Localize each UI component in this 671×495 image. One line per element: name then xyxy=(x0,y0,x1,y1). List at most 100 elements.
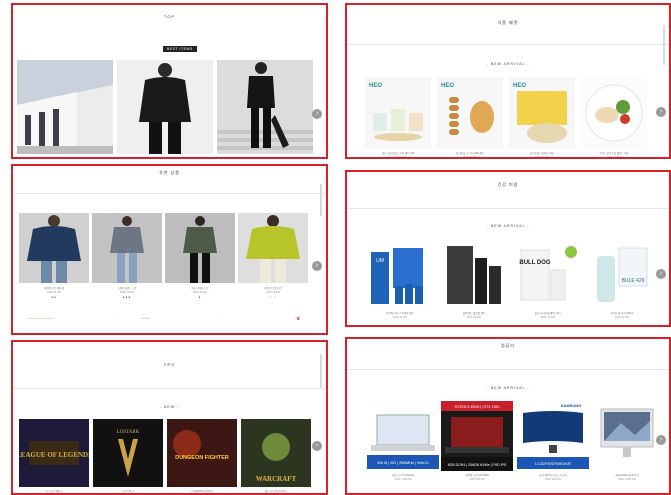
product-price: KRW 15,900 xyxy=(534,156,550,159)
panel-title: 추천 상품 xyxy=(159,170,180,175)
crown-logo-icon[interactable]: ♛ xyxy=(296,316,300,322)
game-label: DUNGEON FIGHTER xyxy=(175,455,229,461)
brand-logo: BULL DOG xyxy=(519,260,551,266)
bulldog-facewash-image: BULL DOG xyxy=(515,242,581,308)
product-name[interactable]: 삼성 32인치 커브드 모니터 xyxy=(513,474,593,477)
partner-logo[interactable]: · · · · · xyxy=(113,317,120,320)
product-name[interactable]: 블랙 옴므 올인원 세트 xyxy=(437,312,511,315)
product-price: KRW 299,000 xyxy=(545,478,561,481)
best-items-button[interactable]: BEST ITEMS xyxy=(163,46,197,52)
product-price: KRW 38,000 xyxy=(46,291,62,294)
game-image[interactable]: WARCRAFT xyxy=(241,419,311,487)
product-name[interactable]: 모이스처 로션 200ml xyxy=(585,312,659,315)
product-name[interactable]: 아쿠아 수분 스킨케어 세트 xyxy=(363,312,437,315)
product-price: KRW 22,000 xyxy=(614,316,630,319)
game-image[interactable]: LOSTARK xyxy=(93,419,163,487)
product-price: KRW 39,000 xyxy=(265,291,281,294)
product-price: KRW 34,000 xyxy=(119,291,135,294)
top-panel: TOP BEST ITEMS › xyxy=(11,3,328,159)
brand-logo: SAMSUNG xyxy=(561,403,581,408)
product-image[interactable]: 8th i5 | 8G | 256MHz | Win10 xyxy=(367,401,439,471)
product-name[interactable]: 닭가슴살 스테이크 1kg xyxy=(505,152,579,155)
brand-logo: HEO xyxy=(441,83,454,89)
game-label: LEAGUE OF LEGENDS xyxy=(19,451,89,459)
product-image[interactable] xyxy=(238,213,308,283)
product-image[interactable]: UM xyxy=(367,242,433,308)
product-name[interactable]: 리그 오브 레전드 xyxy=(19,490,89,493)
product-name[interactable]: 그레이 라운드 니트 xyxy=(92,287,162,290)
product-image[interactable] xyxy=(19,213,89,283)
panel-title: FPS xyxy=(164,362,175,367)
divider xyxy=(13,388,326,389)
game-label: WARCRAFT xyxy=(256,475,297,483)
product-image[interactable]: RYZEN 5 3500H | GTX 1650 8GB DDR4 | 256G… xyxy=(441,401,513,471)
product-image[interactable]: HEO xyxy=(365,77,431,149)
gray-knit-image xyxy=(92,213,162,283)
product-image[interactable] xyxy=(581,77,647,149)
moisture-lotion-image: BULE 429 xyxy=(589,242,655,308)
color-swatches[interactable]: ●●● xyxy=(92,295,162,299)
new-label: - NEW ARRIVAL - xyxy=(486,224,530,228)
electronics-panel: 컴퓨터 - NEW ARRIVAL - 8th i5 | 8G | 256MHz… xyxy=(345,337,671,495)
product-name[interactable]: 로스트아크 xyxy=(93,490,163,493)
product-image[interactable] xyxy=(92,213,162,283)
cosmetic-panel: 건강 미용 - NEW ARRIVAL - UM BULL DOG BULE 4… xyxy=(345,170,671,327)
scrollbar[interactable] xyxy=(320,184,322,216)
fps-panel: FPS - NEW - LEAGUE OF LEGENDS LOSTARK DU… xyxy=(11,340,328,495)
game-image[interactable]: LEAGUE OF LEGENDS xyxy=(19,419,89,487)
brand-logo: BULE 429 xyxy=(622,278,645,284)
product-image[interactable]: BULE 429 xyxy=(589,242,655,308)
next-arrow-icon[interactable]: › xyxy=(656,269,666,279)
product-name[interactable]: 헬스 닭가슴살 도시락 세트 3팩 xyxy=(361,152,435,155)
product-name[interactable]: 삼성 노트북 9 Always xyxy=(363,474,443,477)
product-image[interactable] xyxy=(17,60,113,154)
product-name[interactable]: Apple iMac 21.5 인치 xyxy=(587,474,667,477)
next-arrow-icon[interactable]: › xyxy=(656,107,666,117)
scrollbar[interactable] xyxy=(663,25,665,65)
scrollbar[interactable] xyxy=(320,354,322,388)
product-price: KRW 38,000 xyxy=(466,316,482,319)
product-name[interactable]: 월드 오브 워크래프트 xyxy=(241,490,311,493)
next-arrow-icon[interactable]: › xyxy=(312,261,322,271)
product-image[interactable]: HEO xyxy=(437,77,503,149)
product-price: KRW 12,000 xyxy=(540,316,556,319)
partner-logo[interactable]: ━━━━━━━━━━━━━━━━━━ xyxy=(27,317,54,320)
product-image[interactable] xyxy=(591,401,663,471)
black-homme-set-image xyxy=(441,242,507,308)
color-swatches[interactable]: ●● xyxy=(19,295,89,299)
chicken-box-image: HEO xyxy=(365,77,431,149)
chicken-steak-image: HEO xyxy=(509,77,575,149)
partner-logo[interactable]: · · · xyxy=(218,317,222,320)
product-name[interactable]: 네이비 니트 맨투맨 xyxy=(19,287,89,290)
divider xyxy=(13,193,326,194)
divider xyxy=(347,44,669,45)
product-image[interactable] xyxy=(117,60,213,154)
blue-skincare-set-image: UM xyxy=(367,242,433,308)
product-name[interactable]: 불독 오리지널 페이스워시 xyxy=(511,312,585,315)
product-image[interactable]: BULL DOG xyxy=(515,242,581,308)
color-swatches[interactable]: ○ ○ xyxy=(238,295,308,299)
product-name[interactable]: 던전앤파이터 온라인 xyxy=(167,490,237,493)
spec-banner: 8th i5 | 8G | 256MHz | Win10 xyxy=(377,460,429,465)
product-price: KRW 11,900 xyxy=(607,156,621,159)
product-image[interactable] xyxy=(441,242,507,308)
product-name[interactable]: 라임 루즈핏 니트 xyxy=(238,287,308,290)
product-name[interactable]: 수비드 닭가슴살 샐러드 세트 xyxy=(577,152,651,155)
product-image[interactable] xyxy=(217,60,313,154)
product-name[interactable]: 카키 오버핏 니트 xyxy=(165,287,235,290)
game-image[interactable]: DUNGEON FIGHTER xyxy=(167,419,237,487)
product-image[interactable]: HEO xyxy=(509,77,575,149)
product-image[interactable]: SAMSUNG LC32F391FWKXKR xyxy=(517,401,589,471)
partner-logo[interactable]: ━━━━━━ xyxy=(141,317,150,320)
spec-label: RYZEN 5 3500H | GTX 1650 xyxy=(455,405,500,409)
next-arrow-icon[interactable]: › xyxy=(312,109,322,119)
next-arrow-icon[interactable]: › xyxy=(312,441,322,451)
product-name[interactable]: 게이밍 노트북 RYZEN xyxy=(437,474,517,477)
lostark-logo-icon: LOSTARK xyxy=(93,419,163,487)
color-swatches[interactable]: ● xyxy=(165,295,235,299)
product-name[interactable]: 닭가슴살 소시지 10팩 세트 xyxy=(433,152,507,155)
product-image[interactable] xyxy=(165,213,235,283)
next-arrow-icon[interactable]: › xyxy=(656,435,666,445)
panel-title: TOP xyxy=(163,14,176,19)
product-price: KRW 990,000 xyxy=(469,478,485,481)
